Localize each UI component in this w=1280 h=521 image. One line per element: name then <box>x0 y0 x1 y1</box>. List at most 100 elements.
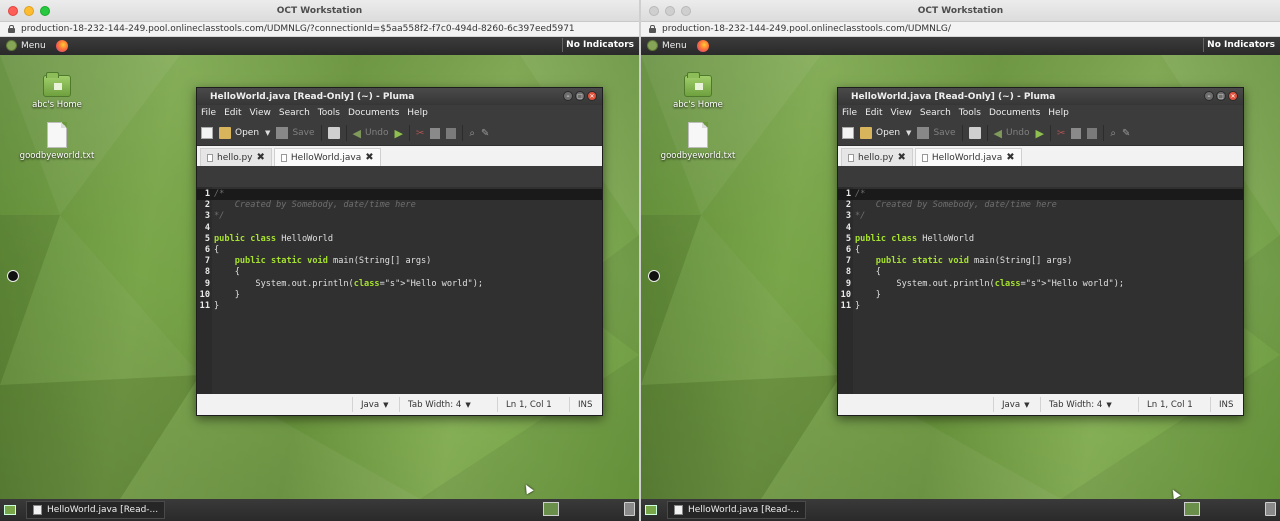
code-line[interactable]: 2 Created by Somebody, date/time here <box>838 200 1243 211</box>
undo-button[interactable]: ◀ Undo <box>994 127 1030 140</box>
desktop-icon-home[interactable]: abc's Home <box>658 72 738 110</box>
close-icon[interactable]: ✕ <box>1228 91 1238 101</box>
cut-button[interactable]: ✂ <box>1057 128 1065 139</box>
undo-button[interactable]: ◀ Undo <box>353 127 389 140</box>
find-button[interactable]: ⌕ <box>1110 128 1116 139</box>
pluma-window[interactable]: HelloWorld.java [Read-Only] (~) - Pluma … <box>196 87 603 416</box>
tab-close-icon[interactable]: ✖ <box>898 152 906 163</box>
code-line[interactable]: 4 <box>838 223 1243 234</box>
pluma-titlebar[interactable]: HelloWorld.java [Read-Only] (~) - Pluma … <box>838 88 1243 105</box>
firefox-icon[interactable] <box>696 39 709 52</box>
maximize-icon[interactable]: □ <box>1216 91 1226 101</box>
copy-button[interactable] <box>430 127 441 139</box>
menu-help[interactable]: Help <box>1048 108 1069 118</box>
menu-button[interactable]: Menu <box>0 40 46 51</box>
minimize-icon[interactable]: – <box>563 91 573 101</box>
paste-button[interactable] <box>446 127 457 139</box>
code-line[interactable]: 9 System.out.println(class="s">"Hello wo… <box>838 279 1243 290</box>
desktop[interactable]: abc's Home goodbyeworld.txt HelloWorld.j… <box>0 55 639 499</box>
menu-file[interactable]: File <box>842 108 857 118</box>
taskbar-item-helloworld[interactable]: HelloWorld.java [Read-... <box>667 501 807 519</box>
desktop[interactable]: abc's Home goodbyeworld.txt HelloWorld.j… <box>641 55 1280 499</box>
open-button[interactable]: Open <box>860 127 900 139</box>
tab-close-icon[interactable]: ✖ <box>257 152 265 163</box>
menu-tools[interactable]: Tools <box>959 108 981 118</box>
pluma-titlebar[interactable]: HelloWorld.java [Read-Only] (~) - Pluma … <box>197 88 602 105</box>
menu-search[interactable]: Search <box>920 108 951 118</box>
redo-button[interactable]: ▶ <box>1036 127 1044 140</box>
workspace-switcher-icon[interactable] <box>1184 502 1200 516</box>
menu-edit[interactable]: Edit <box>865 108 882 118</box>
maximize-icon[interactable]: □ <box>575 91 585 101</box>
print-button[interactable] <box>968 127 981 139</box>
code-editor[interactable]: 1/* 2 Created by Somebody, date/time here… <box>838 187 1243 395</box>
menu-search[interactable]: Search <box>279 108 310 118</box>
close-icon[interactable]: ✕ <box>587 91 597 101</box>
code-line[interactable]: 4 <box>197 223 602 234</box>
tab-helloworld-java[interactable]: HelloWorld.java ✖ <box>914 148 1022 166</box>
code-line[interactable]: 5 public class HelloWorld <box>197 234 602 245</box>
menu-view[interactable]: View <box>250 108 271 118</box>
open-button[interactable]: Open <box>219 127 259 139</box>
code-line[interactable]: 7 public static void main(String[] args) <box>838 256 1243 267</box>
cut-button[interactable]: ✂ <box>416 128 424 139</box>
menu-file[interactable]: File <box>201 108 216 118</box>
trash-icon[interactable] <box>1265 502 1276 516</box>
find-button[interactable]: ⌕ <box>469 128 475 139</box>
code-line[interactable]: 9 System.out.println(class="s">"Hello wo… <box>197 279 602 290</box>
code-line[interactable]: 10 } <box>197 290 602 301</box>
taskbar-item-helloworld[interactable]: HelloWorld.java [Read-... <box>26 501 166 519</box>
show-desktop-icon[interactable] <box>645 505 657 515</box>
code-line[interactable]: 10 } <box>838 290 1243 301</box>
menu-edit[interactable]: Edit <box>224 108 241 118</box>
redo-button[interactable]: ▶ <box>395 127 403 140</box>
save-button[interactable]: Save <box>276 127 315 139</box>
code-line[interactable]: 11} <box>197 301 602 312</box>
language-selector[interactable]: Java ▼ <box>352 397 396 412</box>
trash-icon[interactable] <box>624 502 635 516</box>
tab-width-selector[interactable]: Tab Width: 4 ▼ <box>1040 397 1118 412</box>
address-bar[interactable]: production-18-232-144-249.pool.onlinecla… <box>641 22 1280 37</box>
tab-width-selector[interactable]: Tab Width: 4 ▼ <box>399 397 477 412</box>
copy-button[interactable] <box>1071 127 1082 139</box>
menu-button[interactable]: Menu <box>641 40 687 51</box>
menu-documents[interactable]: Documents <box>989 108 1040 118</box>
print-button[interactable] <box>327 127 340 139</box>
code-line[interactable]: 3 */ <box>197 211 602 222</box>
code-line[interactable]: 8 { <box>197 267 602 278</box>
indicators-label[interactable]: No Indicators <box>1203 38 1278 52</box>
code-line[interactable]: 11} <box>838 301 1243 312</box>
open-dropdown-icon[interactable]: ▼ <box>906 129 911 137</box>
code-line[interactable]: 7 public static void main(String[] args) <box>197 256 602 267</box>
language-selector[interactable]: Java ▼ <box>993 397 1037 412</box>
replace-button[interactable]: ✎ <box>1122 128 1130 139</box>
replace-button[interactable]: ✎ <box>481 128 489 139</box>
code-line[interactable]: 2 Created by Somebody, date/time here <box>197 200 602 211</box>
code-line[interactable]: 6{ <box>838 245 1243 256</box>
workspace-switcher-icon[interactable] <box>543 502 559 516</box>
tab-helloworld-java[interactable]: HelloWorld.java ✖ <box>273 148 381 166</box>
menu-view[interactable]: View <box>891 108 912 118</box>
show-desktop-icon[interactable] <box>4 505 16 515</box>
desktop-icon-file[interactable]: goodbyeworld.txt <box>658 122 738 161</box>
desktop-icon-file[interactable]: goodbyeworld.txt <box>17 122 97 161</box>
tab-hello-py[interactable]: hello.py ✖ <box>841 148 913 166</box>
tab-close-icon[interactable]: ✖ <box>1006 152 1014 163</box>
code-line[interactable]: 1 /* <box>838 189 1243 201</box>
pluma-window[interactable]: HelloWorld.java [Read-Only] (~) - Pluma … <box>837 87 1244 416</box>
tab-hello-py[interactable]: hello.py ✖ <box>200 148 272 166</box>
address-bar[interactable]: production-18-232-144-249.pool.onlinecla… <box>0 22 639 37</box>
code-line[interactable]: 8 { <box>838 267 1243 278</box>
new-button[interactable] <box>201 127 213 139</box>
minimize-icon[interactable]: – <box>1204 91 1214 101</box>
open-dropdown-icon[interactable]: ▼ <box>265 129 270 137</box>
new-button[interactable] <box>842 127 854 139</box>
desktop-icon-home[interactable]: abc's Home <box>17 72 97 110</box>
firefox-icon[interactable] <box>55 39 68 52</box>
code-line[interactable]: 1 /* <box>197 189 602 201</box>
menu-help[interactable]: Help <box>407 108 428 118</box>
menu-documents[interactable]: Documents <box>348 108 399 118</box>
code-line[interactable]: 5 public class HelloWorld <box>838 234 1243 245</box>
code-editor[interactable]: 1/* 2 Created by Somebody, date/time here… <box>197 187 602 395</box>
code-line[interactable]: 6{ <box>197 245 602 256</box>
